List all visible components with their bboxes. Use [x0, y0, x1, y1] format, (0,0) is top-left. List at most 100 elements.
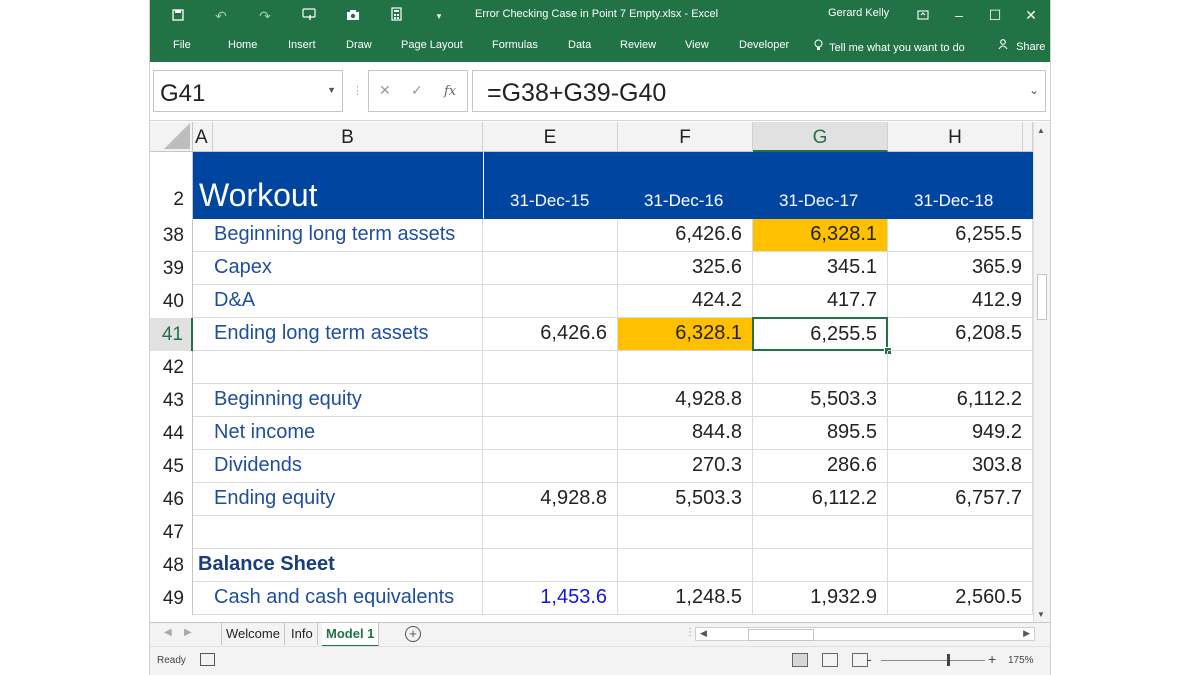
- undo-icon[interactable]: ↶: [210, 6, 232, 26]
- tab-view[interactable]: View: [685, 39, 709, 51]
- row-header-43[interactable]: 43: [150, 384, 193, 417]
- scroll-up-icon[interactable]: ▲: [1037, 126, 1045, 135]
- cell-h44[interactable]: 949.2: [888, 417, 1033, 450]
- row-label[interactable]: D&A: [193, 285, 483, 318]
- row-header-44[interactable]: 44: [150, 417, 193, 450]
- enter-icon[interactable]: ✓: [411, 82, 423, 99]
- share-button[interactable]: Share: [998, 39, 1045, 53]
- scroll-left-icon[interactable]: ◀: [700, 628, 707, 639]
- tab-insert[interactable]: Insert: [288, 39, 316, 51]
- row-label[interactable]: Beginning equity: [193, 384, 483, 417]
- insert-function-button[interactable]: fx: [444, 82, 456, 99]
- cell-f40[interactable]: 424.2: [618, 285, 753, 318]
- cell-f42[interactable]: [618, 351, 753, 384]
- minimize-icon[interactable]: –: [948, 5, 970, 25]
- row-label[interactable]: Dividends: [193, 450, 483, 483]
- cell-g39[interactable]: 345.1: [753, 252, 888, 285]
- calculator-icon[interactable]: [385, 6, 407, 26]
- row-header-41[interactable]: 41: [150, 318, 193, 351]
- touch-mode-icon[interactable]: [298, 6, 320, 26]
- row-header-39[interactable]: 39: [150, 252, 193, 285]
- customize-qat-icon[interactable]: ▾: [428, 6, 450, 26]
- row-header-40[interactable]: 40: [150, 285, 193, 318]
- camera-icon[interactable]: [342, 6, 364, 26]
- cell-h38[interactable]: 6,255.5: [888, 219, 1033, 252]
- cell-g48[interactable]: [753, 549, 888, 582]
- row-label[interactable]: Ending long term assets: [193, 318, 483, 351]
- add-sheet-icon[interactable]: +: [405, 626, 421, 642]
- cell-g49[interactable]: 1,932.9: [753, 582, 888, 615]
- scroll-right-icon[interactable]: ▶: [1023, 628, 1030, 639]
- row-header-46[interactable]: 46: [150, 483, 193, 516]
- column-header-f[interactable]: F: [618, 122, 753, 152]
- close-icon[interactable]: ✕: [1020, 5, 1042, 25]
- cell-e43[interactable]: [483, 384, 618, 417]
- zoom-in-icon[interactable]: +: [988, 651, 996, 667]
- row-header-2[interactable]: 2: [150, 152, 193, 219]
- macro-record-icon[interactable]: [200, 653, 215, 666]
- cell-g45[interactable]: 286.6: [753, 450, 888, 483]
- redo-icon[interactable]: ↷: [254, 6, 276, 26]
- chevron-down-icon[interactable]: ⌄: [1029, 83, 1039, 97]
- ribbon-display-icon[interactable]: [912, 5, 934, 25]
- cell-h40[interactable]: 412.9: [888, 285, 1033, 318]
- cell-g43[interactable]: 5,503.3: [753, 384, 888, 417]
- cell-f47[interactable]: [618, 516, 753, 549]
- cell-f48[interactable]: [618, 549, 753, 582]
- page-break-view-icon[interactable]: [852, 653, 868, 667]
- tab-page-layout[interactable]: Page Layout: [401, 39, 463, 51]
- tab-data[interactable]: Data: [568, 39, 591, 51]
- cell-e41[interactable]: 6,426.6: [483, 318, 618, 351]
- zoom-slider[interactable]: [881, 660, 985, 661]
- cell-h49[interactable]: 2,560.5: [888, 582, 1033, 615]
- cell-g47[interactable]: [753, 516, 888, 549]
- row-label[interactable]: Beginning long term assets: [193, 219, 483, 252]
- tab-split-handle[interactable]: ⋮: [685, 627, 695, 638]
- header-date-g[interactable]: 31-Dec-17: [753, 152, 888, 219]
- name-box[interactable]: G41 ▼: [153, 70, 343, 112]
- cell-h41[interactable]: 6,208.5: [888, 318, 1033, 351]
- tell-me-box[interactable]: Tell me what you want to do: [814, 39, 965, 54]
- maximize-icon[interactable]: ☐: [984, 5, 1006, 25]
- header-band-label[interactable]: Workout: [193, 152, 483, 219]
- column-header-e[interactable]: E: [483, 122, 618, 152]
- page-layout-view-icon[interactable]: [822, 653, 838, 667]
- row-label[interactable]: Balance Sheet: [193, 549, 483, 582]
- row-label[interactable]: Net income: [193, 417, 483, 450]
- sheet-tab-info[interactable]: Info: [287, 623, 318, 645]
- tab-formulas[interactable]: Formulas: [492, 39, 538, 51]
- chevron-down-icon[interactable]: ▼: [327, 85, 336, 95]
- cell-h47[interactable]: [888, 516, 1033, 549]
- spreadsheet-grid[interactable]: A B E F G H 2 Workout 31-Dec-15 31-Dec-1…: [150, 122, 1033, 622]
- formula-input[interactable]: =G38+G39-G40 ⌄: [472, 70, 1046, 112]
- column-header-h[interactable]: H: [888, 122, 1023, 152]
- header-date-f[interactable]: 31-Dec-16: [618, 152, 753, 219]
- cell-f49[interactable]: 1,248.5: [618, 582, 753, 615]
- cell-e44[interactable]: [483, 417, 618, 450]
- column-header-next[interactable]: [1023, 122, 1033, 152]
- row-label[interactable]: Ending equity: [193, 483, 483, 516]
- cell-g44[interactable]: 895.5: [753, 417, 888, 450]
- header-date-e[interactable]: 31-Dec-15: [483, 152, 618, 219]
- cell-f46[interactable]: 5,503.3: [618, 483, 753, 516]
- cell-f43[interactable]: 4,928.8: [618, 384, 753, 417]
- cell-h46[interactable]: 6,757.7: [888, 483, 1033, 516]
- zoom-slider-knob[interactable]: [947, 654, 950, 666]
- row-header-45[interactable]: 45: [150, 450, 193, 483]
- cell-e47[interactable]: [483, 516, 618, 549]
- save-icon[interactable]: [167, 6, 189, 26]
- cell-h45[interactable]: 303.8: [888, 450, 1033, 483]
- column-header-b[interactable]: B: [213, 122, 483, 152]
- cell-e49[interactable]: 1,453.6: [483, 582, 618, 615]
- zoom-level[interactable]: 175%: [1008, 655, 1034, 666]
- normal-view-icon[interactable]: [792, 653, 808, 667]
- row-label[interactable]: Capex: [193, 252, 483, 285]
- drag-handle-icon[interactable]: ⋮: [352, 84, 363, 97]
- cell-h43[interactable]: 6,112.2: [888, 384, 1033, 417]
- user-name[interactable]: Gerard Kelly: [828, 7, 889, 19]
- select-all-corner[interactable]: [150, 122, 193, 152]
- prev-sheet-icon[interactable]: ◀: [164, 627, 172, 638]
- cell-g42[interactable]: [753, 351, 888, 384]
- row-label[interactable]: [193, 351, 483, 384]
- horizontal-scrollbar[interactable]: ◀ ▶: [695, 627, 1035, 641]
